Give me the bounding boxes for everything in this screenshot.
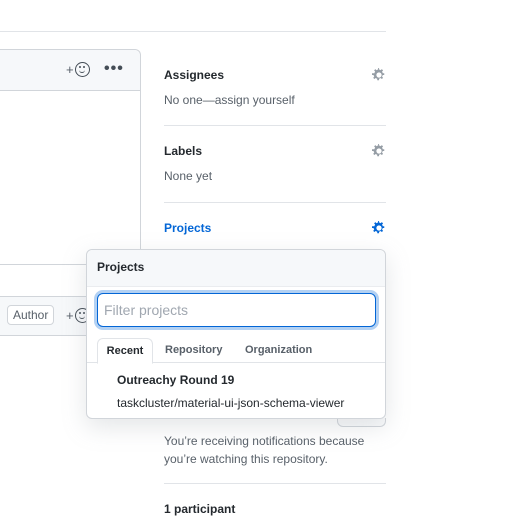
dropdown-header: Projects	[87, 250, 385, 287]
comment-box: + •••	[0, 49, 141, 265]
tab-repository[interactable]: Repository	[165, 338, 222, 363]
tab-recent[interactable]: Recent	[97, 338, 153, 364]
filter-projects-input[interactable]	[97, 293, 376, 327]
projects-section: Projects	[164, 221, 386, 235]
project-name: Outreachy Round 19	[117, 373, 235, 387]
assignees-value[interactable]: No one—assign yourself	[164, 93, 386, 107]
author-badge: Author	[7, 305, 55, 325]
tab-organization[interactable]: Organization	[245, 338, 312, 363]
projects-dropdown: Projects Recent Repository Organization …	[86, 249, 386, 419]
labels-value: None yet	[164, 169, 213, 183]
assignees-title[interactable]: Assignees	[164, 68, 386, 82]
project-repo: taskcluster/material-ui-json-schema-view…	[117, 396, 345, 410]
assignees-section: Assignees No one—assign yourself	[164, 68, 386, 107]
dropdown-tabs: Recent Repository Organization	[87, 338, 385, 364]
kebab-icon[interactable]: •••	[104, 60, 124, 78]
smiley-icon	[74, 62, 90, 77]
project-item[interactable]: Outreachy Round 19 taskcluster/material-…	[117, 373, 344, 410]
plus-label: +	[66, 308, 74, 323]
sidebar-divider	[164, 202, 386, 203]
projects-title[interactable]: Projects	[164, 221, 386, 235]
add-reaction-button[interactable]: +	[66, 62, 90, 77]
labels-section: Labels None yet	[164, 144, 386, 183]
top-divider	[0, 31, 386, 32]
gear-icon[interactable]	[372, 144, 386, 158]
gear-icon[interactable]	[372, 68, 386, 82]
more-label: •••	[104, 60, 124, 77]
sidebar-divider	[164, 483, 386, 484]
notifications-text: You’re receiving notifications because y…	[164, 434, 365, 466]
labels-title[interactable]: Labels	[164, 144, 386, 158]
participants-title: 1 participant	[164, 502, 236, 516]
filter-wrap	[87, 287, 385, 333]
plus-label: +	[66, 62, 74, 77]
notification-button-edge[interactable]	[337, 418, 386, 427]
gear-icon[interactable]	[372, 221, 386, 235]
sidebar-divider	[164, 125, 386, 126]
comment-header: + •••	[0, 50, 140, 91]
